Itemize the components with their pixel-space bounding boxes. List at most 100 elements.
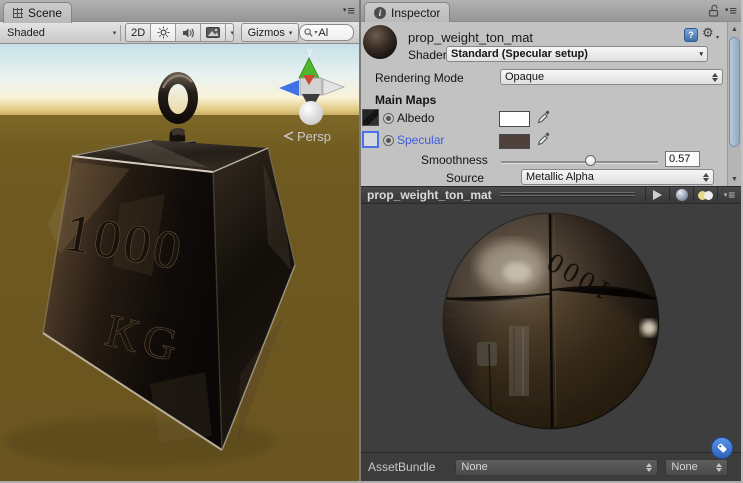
specular-eyedropper-icon[interactable] [537,132,551,146]
preview-title: prop_weight_ton_mat [367,188,492,202]
assetbundle-label: AssetBundle [368,460,436,474]
gear-icon[interactable]: ⚙ [702,26,714,39]
albedo-object-picker-icon[interactable] [383,113,394,124]
sun-icon [157,26,170,39]
shader-dropdown[interactable]: Standard (Specular setup) ▾ [446,46,708,62]
gizmo-free-rotate-ball[interactable] [299,101,323,125]
scene-search-input[interactable]: ▾ Al [299,24,354,41]
scene-grid-icon [13,8,23,18]
inspector-panel-menu-icon[interactable]: ▾ ≡ [725,4,737,17]
hamburger-icon: ≡ [729,3,737,18]
updown-arrows-icon [642,462,653,472]
gizmos-dropdown[interactable]: Gizmos ▾ [240,23,300,42]
shader-label: Shader [408,48,447,62]
scene-viewport[interactable]: 1000 KG y Persp [0,44,359,481]
tab-scene-label: Scene [28,6,63,20]
scene-view-toggles: 2D [125,23,234,42]
image-icon [206,27,221,38]
inspector-scrollbar[interactable]: ▲ ▼ [727,22,741,186]
search-text: Al [318,26,329,39]
draw-mode-label: Shaded [7,26,45,39]
hamburger-icon: ≡ [347,3,355,18]
help-icon[interactable]: ? [684,28,698,42]
persp-label: Persp [297,129,331,144]
tag-icon [717,443,727,453]
source-label: Source [446,171,485,185]
scene-audio-toggle-button[interactable] [176,24,202,41]
gizmos-label: Gizmos [247,26,285,39]
sphere-icon [675,189,688,201]
albedo-color-swatch[interactable] [499,111,530,127]
material-preview-header[interactable]: prop_weight_ton_mat ▾ ≡ [361,186,741,204]
chevron-down-icon: ▾ [230,29,232,37]
play-icon [653,190,662,200]
shader-value: Standard (Specular setup) [451,48,588,60]
albedo-texture-thumbnail[interactable] [362,109,379,126]
effects-dropdown-arrow[interactable]: ▾ [226,24,232,41]
info-icon: i [374,7,386,19]
assetbundle-variant-dropdown[interactable]: None [665,458,729,476]
scroll-down-arrow-icon[interactable]: ▼ [728,173,741,185]
rendering-mode-value: Opaque [505,71,545,83]
assetbundle-value: None [461,461,488,473]
inspector-tabbar: i Inspector ▾ ≡ [361,0,741,23]
specular-texture-slot[interactable] [362,131,379,148]
assetbundle-tag-button[interactable] [711,437,733,459]
draw-mode-dropdown[interactable]: Shaded ▾ [3,24,122,41]
drag-handle[interactable] [499,192,635,198]
material-name: prop_weight_ton_mat [408,30,534,45]
hamburger-icon: ≡ [728,188,736,202]
assetbundle-variant-value: None [671,461,698,473]
chevron-down-icon: ▾ [699,51,703,58]
chevron-down-icon: ▾ [112,29,117,37]
toggle-2d-label: 2D [131,26,146,39]
smoothness-label: Smoothness [421,153,488,167]
scene-effects-toggle-button[interactable] [201,24,227,41]
scene-tabbar: Scene ▾ ≡ [0,0,359,23]
tab-scene[interactable]: Scene [3,2,73,23]
chevron-down-icon: ▾ [716,35,720,41]
specular-color-swatch[interactable] [499,134,530,149]
assetbundle-dropdown[interactable]: None [455,458,659,476]
scene-panel-menu-icon[interactable]: ▾ ≡ [343,4,355,17]
chevron-down-icon: ▾ [288,29,293,37]
source-value: Metallic Alpha [526,171,594,183]
preview-play-button[interactable] [645,187,669,203]
rendering-mode-dropdown[interactable]: Opaque [500,69,723,85]
updown-arrows-icon [708,72,718,82]
smoothness-slider-knob[interactable] [585,155,596,166]
preview-shape-button[interactable] [669,187,693,203]
specular-object-picker-icon[interactable] [383,135,394,146]
lock-open-icon[interactable] [708,4,719,17]
updown-arrows-icon [712,462,723,472]
material-inspector: prop_weight_ton_mat ? ⚙ ▾ Shader Standar… [361,22,741,186]
gizmo-y-axis-label: y [307,46,313,57]
material-preview-thumbnail[interactable] [363,25,397,59]
rendering-mode-label: Rendering Mode [375,71,464,85]
albedo-label: Albedo [397,111,435,125]
smoothness-value-field[interactable]: 0.57 [665,151,700,167]
smoothness-value: 0.57 [669,153,691,165]
assetbundle-row: AssetBundle None None [361,452,741,481]
smoothness-slider-track[interactable] [501,161,658,164]
preview-menu-icon[interactable]: ▾ ≡ [717,187,741,203]
tab-inspector-label: Inspector [391,6,441,20]
specular-label: Specular [397,133,445,147]
speaker-icon [182,28,194,37]
unity-editor-window: Scene ▾ ≡ Shaded ▾ 2D Gizmos ▾ ▾ Al 1000… [0,0,743,483]
scene-lighting-toggle-button[interactable] [151,24,177,41]
updown-arrows-icon [699,172,709,182]
chevron-down-icon: ▾ [723,192,728,199]
scene-toolbar: Shaded ▾ 2D Gizmos ▾ ▾ Al [0,22,359,44]
preview-sphere-render: 1000 [442,212,660,430]
material-preview-area[interactable]: 1000 [361,204,741,452]
albedo-eyedropper-icon[interactable] [537,110,551,124]
preview-lighting-button[interactable] [693,187,717,203]
toggle-2d-button[interactable]: 2D [126,24,152,41]
search-icon [304,28,313,37]
tab-inspector[interactable]: i Inspector [364,2,451,23]
source-dropdown[interactable]: Metallic Alpha [521,169,714,185]
scrollbar-thumb[interactable] [729,37,740,147]
chevron-down-icon: ▾ [342,7,347,14]
scroll-up-arrow-icon[interactable]: ▲ [728,23,741,35]
